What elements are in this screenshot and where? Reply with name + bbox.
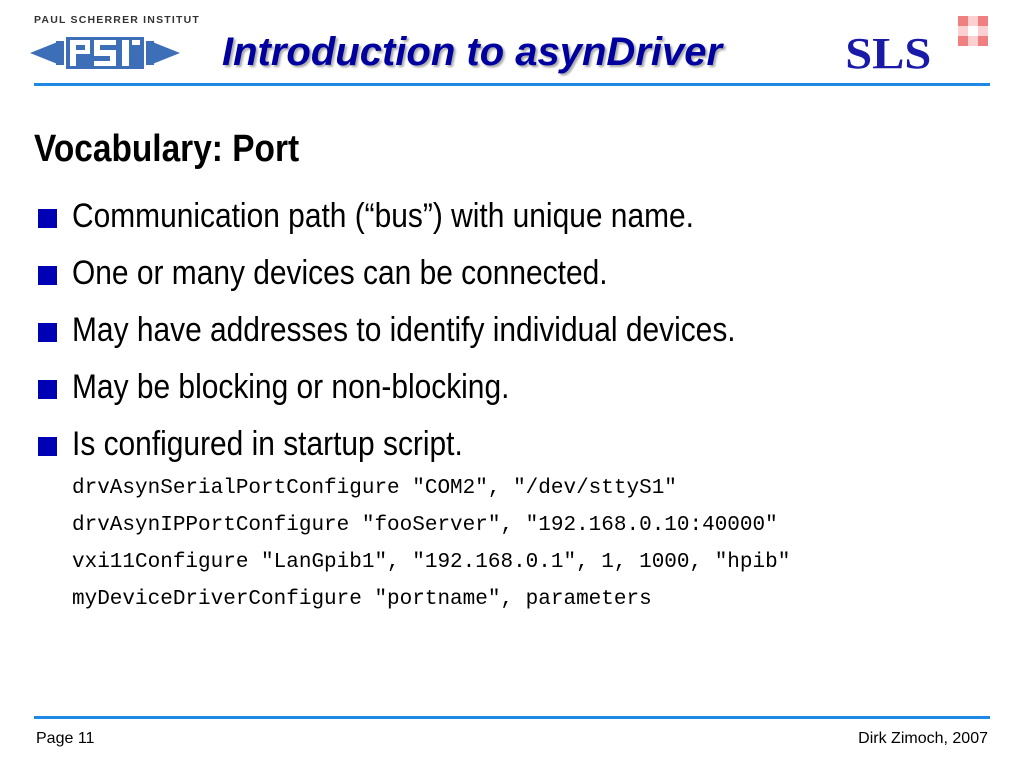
sls-logo-text: SLS (845, 30, 931, 74)
code-line: vxi11Configure "LanGpib1", "192.168.0.1"… (72, 551, 791, 574)
bullet-text: One or many devices can be connected. (72, 254, 608, 292)
header-divider (34, 83, 990, 86)
psi-logo (30, 30, 180, 81)
sls-logo-mark: SLS (845, 16, 988, 78)
code-line: myDeviceDriverConfigure "portname", para… (72, 588, 652, 611)
bullet-text: Is configured in startup script. (72, 425, 463, 463)
slide-title: Introduction to asynDriver (222, 30, 723, 74)
bullet-square-icon (38, 209, 57, 228)
code-line: drvAsynSerialPortConfigure "COM2", "/dev… (72, 477, 677, 500)
bullet-text: May have addresses to identify individua… (72, 311, 736, 349)
bullet-square-icon (38, 437, 57, 456)
page-number: Page 11 (36, 730, 95, 747)
bullet-square-icon (38, 323, 57, 342)
psi-logo-mark (30, 35, 180, 71)
sls-pink-grid-icon (958, 16, 988, 46)
bullet-square-icon (38, 266, 57, 285)
footer-divider (34, 716, 990, 719)
bullet-square-icon (38, 380, 57, 399)
footer-author: Dirk Zimoch, 2007 (858, 730, 988, 747)
psi-institute-name: PAUL SCHERRER INSTITUT (34, 14, 201, 26)
bullet-text: May be blocking or non-blocking. (72, 368, 510, 406)
bullet-text: Communication path (“bus”) with unique n… (72, 197, 694, 235)
code-line: drvAsynIPPortConfigure "fooServer", "192… (72, 514, 778, 537)
sls-logo: SLS (843, 14, 993, 79)
slide-subtitle: Vocabulary: Port (34, 128, 300, 170)
